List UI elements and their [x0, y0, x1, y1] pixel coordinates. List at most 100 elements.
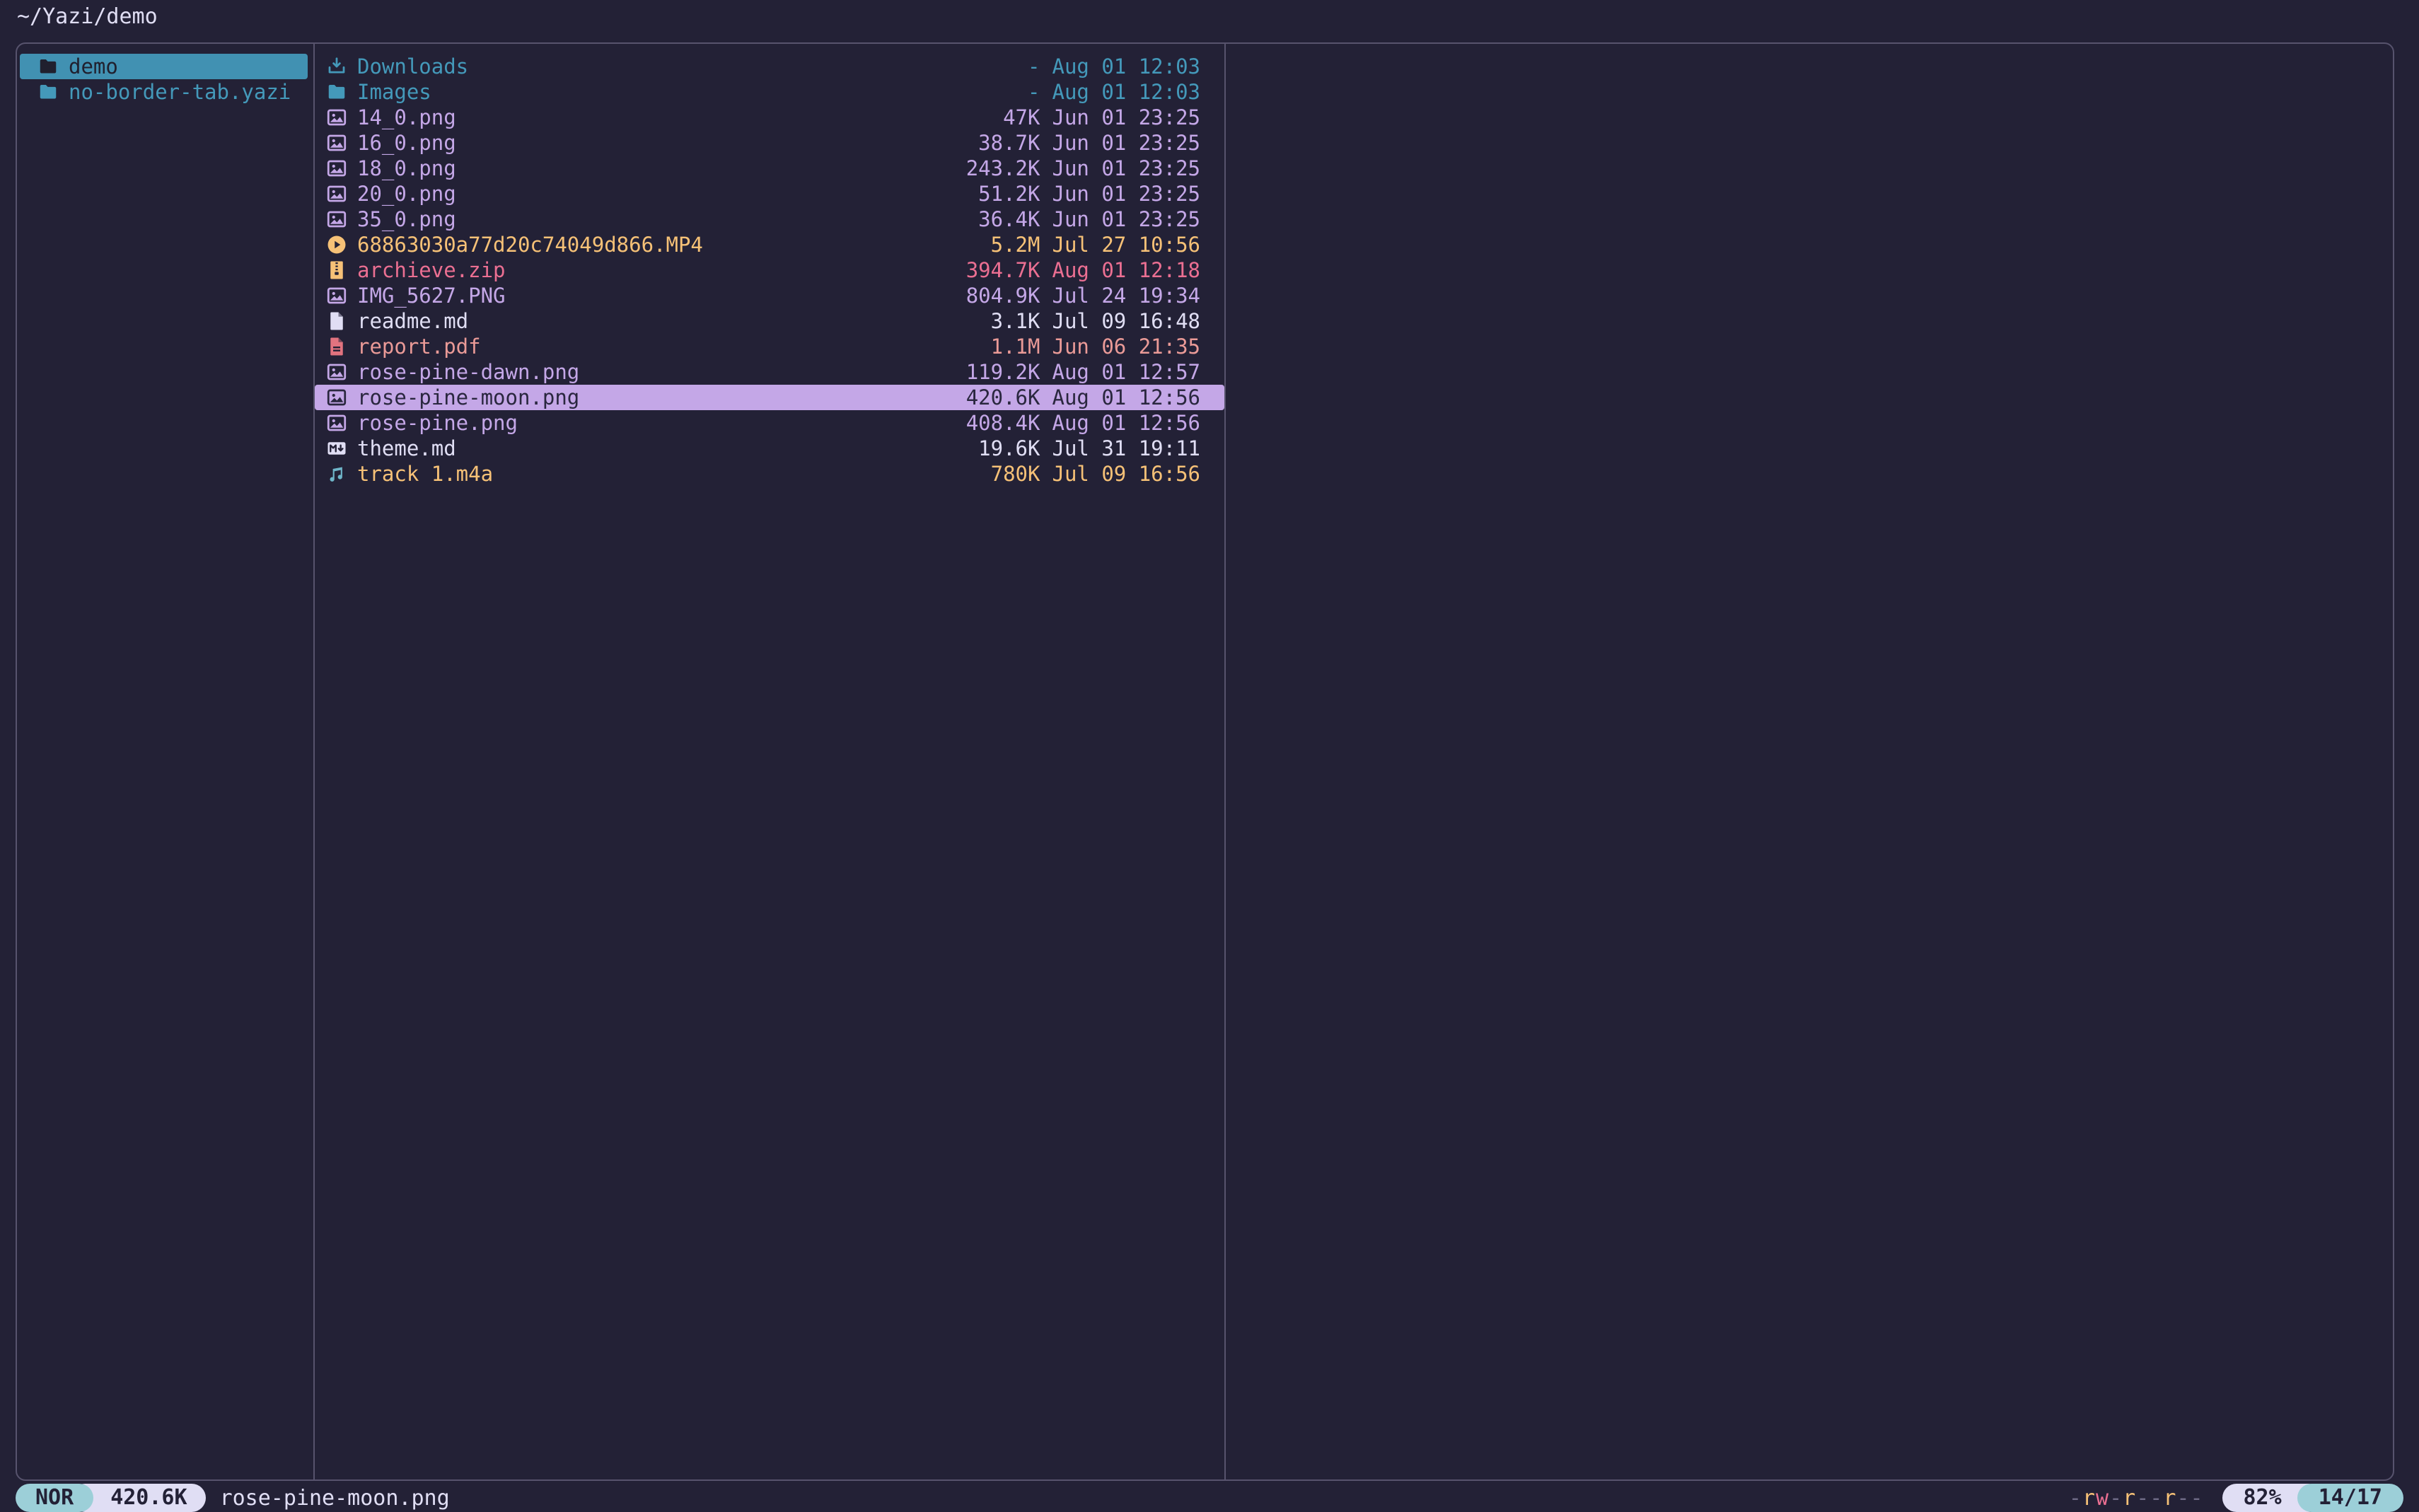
pdf-icon [326, 336, 347, 357]
file-row-16_0.png[interactable]: 16_0.png 38.7K Jun 01 23:25 [315, 130, 1224, 156]
file-date: Aug 01 12:56 [1052, 385, 1200, 409]
file-date: Jul 09 16:48 [1052, 309, 1200, 333]
music-icon [326, 463, 347, 484]
file-name: rose-pine-moon.png [357, 385, 579, 409]
file-date: Aug 01 12:03 [1052, 54, 1200, 78]
sidebar-item-demo[interactable]: demo [20, 54, 308, 79]
image-icon [326, 209, 347, 230]
file-date: Jun 01 23:25 [1052, 182, 1200, 206]
file-row-Images[interactable]: Images -Aug 01 12:03 [315, 79, 1224, 105]
file-name: track 1.m4a [357, 462, 493, 486]
file-row-14_0.png[interactable]: 14_0.png47KJun 01 23:25 [315, 105, 1224, 130]
file-row-rose-pine-moon.png[interactable]: rose-pine-moon.png 420.6K Aug 01 12:56 [315, 385, 1224, 410]
cursor-position-badge: 14/17 [2297, 1484, 2403, 1512]
file-row-35_0.png[interactable]: 35_0.png 36.4K Jun 01 23:25 [315, 207, 1224, 232]
file-row-report.pdf[interactable]: report.pdf 1.1M Jun 06 21:35 [315, 334, 1224, 359]
file-size: 1.1M [965, 335, 1040, 359]
status-bar: NOR 420.6K rose-pine-moon.png -rw-r--r--… [16, 1484, 2403, 1512]
file-size: 36.4K [965, 207, 1040, 231]
image-icon [326, 107, 347, 128]
mode-badge: NOR [16, 1484, 93, 1512]
file-size: 420.6K [965, 385, 1040, 409]
file-row-readme.md[interactable]: readme.md 3.1K Jul 09 16:48 [315, 308, 1224, 334]
yazi-file-manager: ~/Yazi/demo demono-border-tab.yazi Downl… [0, 0, 2419, 1512]
file-name: 18_0.png [357, 156, 456, 180]
file-name: rose-pine.png [357, 411, 518, 435]
status-filename: rose-pine-moon.png [220, 1486, 450, 1511]
file-size: 3.1K [965, 309, 1040, 333]
file-size: 408.4K [965, 411, 1040, 435]
markdown-icon [326, 438, 347, 459]
file-name: 16_0.png [357, 131, 456, 155]
file-name: 20_0.png [357, 182, 456, 206]
parent-directory-pane: demono-border-tab.yazi [17, 44, 313, 1479]
download-icon [326, 56, 347, 77]
current-directory-pane: Downloads -Aug 01 12:03 Images -Aug 01 12:0… [315, 44, 1224, 1479]
folder-icon [326, 81, 347, 103]
file-row-Downloads[interactable]: Downloads -Aug 01 12:03 [315, 54, 1224, 79]
file-row-18_0.png[interactable]: 18_0.png 243.2K Jun 01 23:25 [315, 156, 1224, 181]
file-name: Images [357, 80, 431, 104]
file-row-rose-pine.png[interactable]: rose-pine.png 408.4K Aug 01 12:56 [315, 410, 1224, 436]
breadcrumb-path: ~/Yazi/demo [17, 3, 158, 31]
file-date: Jul 27 10:56 [1052, 233, 1200, 257]
file-date: Aug 01 12:57 [1052, 360, 1200, 384]
file-size: 5.2M [965, 233, 1040, 257]
file-date: Jun 01 23:25 [1052, 207, 1200, 231]
file-date: Jun 01 23:25 [1052, 131, 1200, 155]
file-name: rose-pine-dawn.png [357, 360, 579, 384]
file-row-IMG_5627.PNG[interactable]: IMG_5627.PNG 804.9K Jul 24 19:34 [315, 283, 1224, 308]
file-icon [326, 310, 347, 332]
file-name: report.pdf [357, 335, 481, 359]
file-name: theme.md [357, 436, 456, 460]
file-row-track 1.m4a[interactable]: track 1.m4a 780K Jul 09 16:56 [315, 461, 1224, 487]
status-right: -rw-r--r-- 82% 14/17 [2069, 1484, 2403, 1512]
file-size: 51.2K [965, 182, 1040, 206]
play-icon [326, 234, 347, 255]
file-name: 68863030a77d20c74049d866.MP4 [357, 233, 703, 257]
image-icon [326, 132, 347, 153]
main-panes: demono-border-tab.yazi Downloads-Aug 01 … [16, 42, 2394, 1481]
file-size: - [965, 54, 1040, 78]
file-size: 243.2K [965, 156, 1040, 180]
image-icon [326, 412, 347, 434]
file-name: IMG_5627.PNG [357, 284, 506, 308]
sidebar-item-label: no-border-tab.yazi [69, 80, 291, 104]
file-date: Aug 01 12:03 [1052, 80, 1200, 104]
file-name: Downloads [357, 54, 468, 78]
file-date: Jun 01 23:25 [1052, 156, 1200, 180]
file-row-20_0.png[interactable]: 20_0.png 51.2K Jun 01 23:25 [315, 181, 1224, 207]
sidebar-item-no-border-tab.yazi[interactable]: no-border-tab.yazi [20, 79, 308, 105]
file-date: Aug 01 12:56 [1052, 411, 1200, 435]
status-left: NOR 420.6K rose-pine-moon.png [16, 1484, 450, 1512]
file-size: 19.6K [965, 436, 1040, 460]
file-date: Jul 09 16:56 [1052, 462, 1200, 486]
file-name: readme.md [357, 309, 468, 333]
image-icon [326, 158, 347, 179]
file-row-theme.md[interactable]: theme.md 19.6K Jul 31 19:11 [315, 436, 1224, 461]
image-icon [326, 183, 347, 204]
image-icon [326, 285, 347, 306]
file-row-archieve.zip[interactable]: archieve.zip394.7KAug 01 12:18 [315, 257, 1224, 283]
sidebar-item-label: demo [69, 54, 118, 78]
file-size: 804.9K [965, 284, 1040, 308]
file-permissions: -rw-r--r-- [2069, 1486, 2204, 1511]
file-date: Aug 01 12:18 [1052, 258, 1200, 282]
file-size: 394.7K [965, 258, 1040, 282]
file-size: 780K [965, 462, 1040, 486]
file-size: 119.2K [965, 360, 1040, 384]
file-date: Jun 01 23:25 [1052, 105, 1200, 129]
folder-icon [37, 81, 59, 103]
file-size: 38.7K [965, 131, 1040, 155]
preview-pane: Rosé Pine YAZI [1226, 44, 2393, 1479]
zip-icon [326, 260, 347, 281]
file-date: Jul 31 19:11 [1052, 436, 1200, 460]
file-row-68863030a77d20c74049d866.MP4[interactable]: 68863030a77d20c74049d866.MP4 5.2M Jul 27 1… [315, 232, 1224, 257]
file-name: 35_0.png [357, 207, 456, 231]
file-row-rose-pine-dawn.png[interactable]: rose-pine-dawn.png 119.2K Aug 01 12:57 [315, 359, 1224, 385]
file-date: Jul 24 19:34 [1052, 284, 1200, 308]
file-size: 47K [965, 105, 1040, 129]
file-date: Jun 06 21:35 [1052, 335, 1200, 359]
folder-icon [37, 56, 59, 77]
file-size: - [965, 80, 1040, 104]
